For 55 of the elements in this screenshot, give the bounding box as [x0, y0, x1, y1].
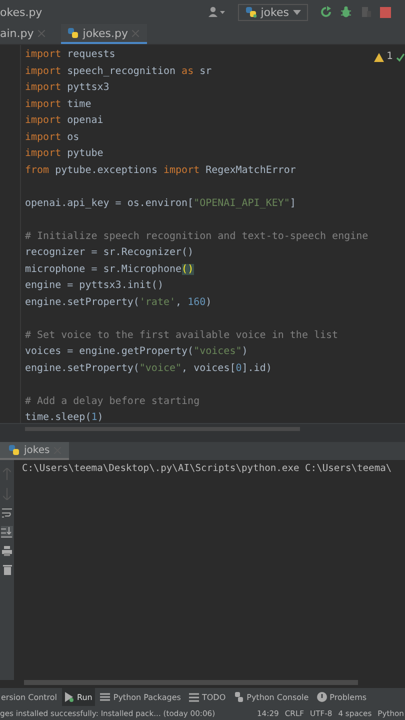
scrollbar[interactable] — [24, 680, 358, 685]
code-line: from pytube.exceptions import RegexMatchError — [25, 164, 296, 178]
warning-icon[interactable] — [374, 52, 384, 62]
tool-window-tab[interactable]: Problems — [314, 688, 370, 706]
code-line: # Set voice to the first available voice in the list — [25, 328, 338, 342]
python-file-icon — [244, 6, 257, 18]
code-line: microphone = sr.Microphone() — [25, 262, 194, 276]
console-tab[interactable]: jokes — [0, 442, 69, 460]
tool-window-tab[interactable]: Python Packages — [97, 688, 184, 706]
code-line: import requests — [25, 48, 116, 62]
code-line: engine.setProperty("voice", voices[0].id) — [25, 362, 272, 376]
tool-window-tab[interactable]: Run — [62, 688, 96, 706]
code-line: # Initialize speech recognition and text-to-speech engine — [25, 230, 368, 244]
tool-window-tab[interactable]: TODO — [186, 688, 229, 706]
code-line: import os — [25, 130, 80, 144]
code-line: time.sleep(1) — [25, 411, 104, 425]
warning-count[interactable]: 1 — [386, 49, 393, 66]
code-line: openai.api_key = os.environ["OPENAI_API_KEY"] — [25, 196, 296, 210]
window-title: okes.py — [0, 6, 42, 18]
tool-window-tab[interactable]: Python Console — [230, 688, 312, 706]
python-file-icon — [8, 444, 20, 456]
python-file-icon — [66, 27, 79, 39]
scroll-to-end-icon[interactable] — [1, 526, 13, 538]
code-line: import pyttsx3 — [25, 81, 110, 95]
code-line: import openai — [25, 114, 104, 128]
list-icon — [188, 692, 199, 702]
editor-tab[interactable]: ain.py — [0, 24, 53, 44]
python-icon — [234, 692, 244, 702]
code-line: recognizer = sr.Recognizer() — [25, 246, 194, 260]
layers-icon — [100, 692, 110, 702]
rerun-icon[interactable] — [320, 6, 332, 18]
printer-icon[interactable] — [2, 546, 12, 556]
check-icon[interactable] — [396, 52, 405, 62]
close-icon[interactable] — [38, 30, 45, 36]
up-arrow-icon[interactable] — [3, 468, 11, 480]
play-icon — [65, 692, 74, 702]
down-arrow-icon[interactable] — [3, 488, 11, 500]
code-line: import speech_recognition as sr — [25, 64, 212, 78]
soft-wrap-icon[interactable] — [2, 508, 12, 518]
tool-window-tab[interactable]: ersion Control — [0, 688, 60, 706]
caret-icon — [293, 10, 301, 14]
editor-tab[interactable]: jokes.py — [60, 24, 148, 44]
trash-icon[interactable] — [2, 564, 12, 575]
user-icon[interactable] — [208, 6, 226, 18]
alert-icon — [316, 692, 327, 702]
run-configuration-dropdown[interactable]: jokes — [238, 4, 308, 20]
code-line: import time — [25, 98, 92, 112]
code-line: voices = engine.getProperty("voices") — [25, 345, 248, 359]
code-line: engine = pyttsx3.init() — [25, 279, 164, 293]
code-line: engine.setProperty('rate', 160) — [25, 296, 212, 310]
code-line: # Add a delay before starting — [25, 394, 200, 408]
console-output: C:\Users\teema\Desktop\.py\AI\Scripts\python.exe C:\Users\teema\ — [22, 463, 393, 474]
bug-icon[interactable] — [340, 6, 352, 18]
code-line: import pytube — [25, 147, 104, 161]
close-icon[interactable] — [132, 30, 140, 36]
